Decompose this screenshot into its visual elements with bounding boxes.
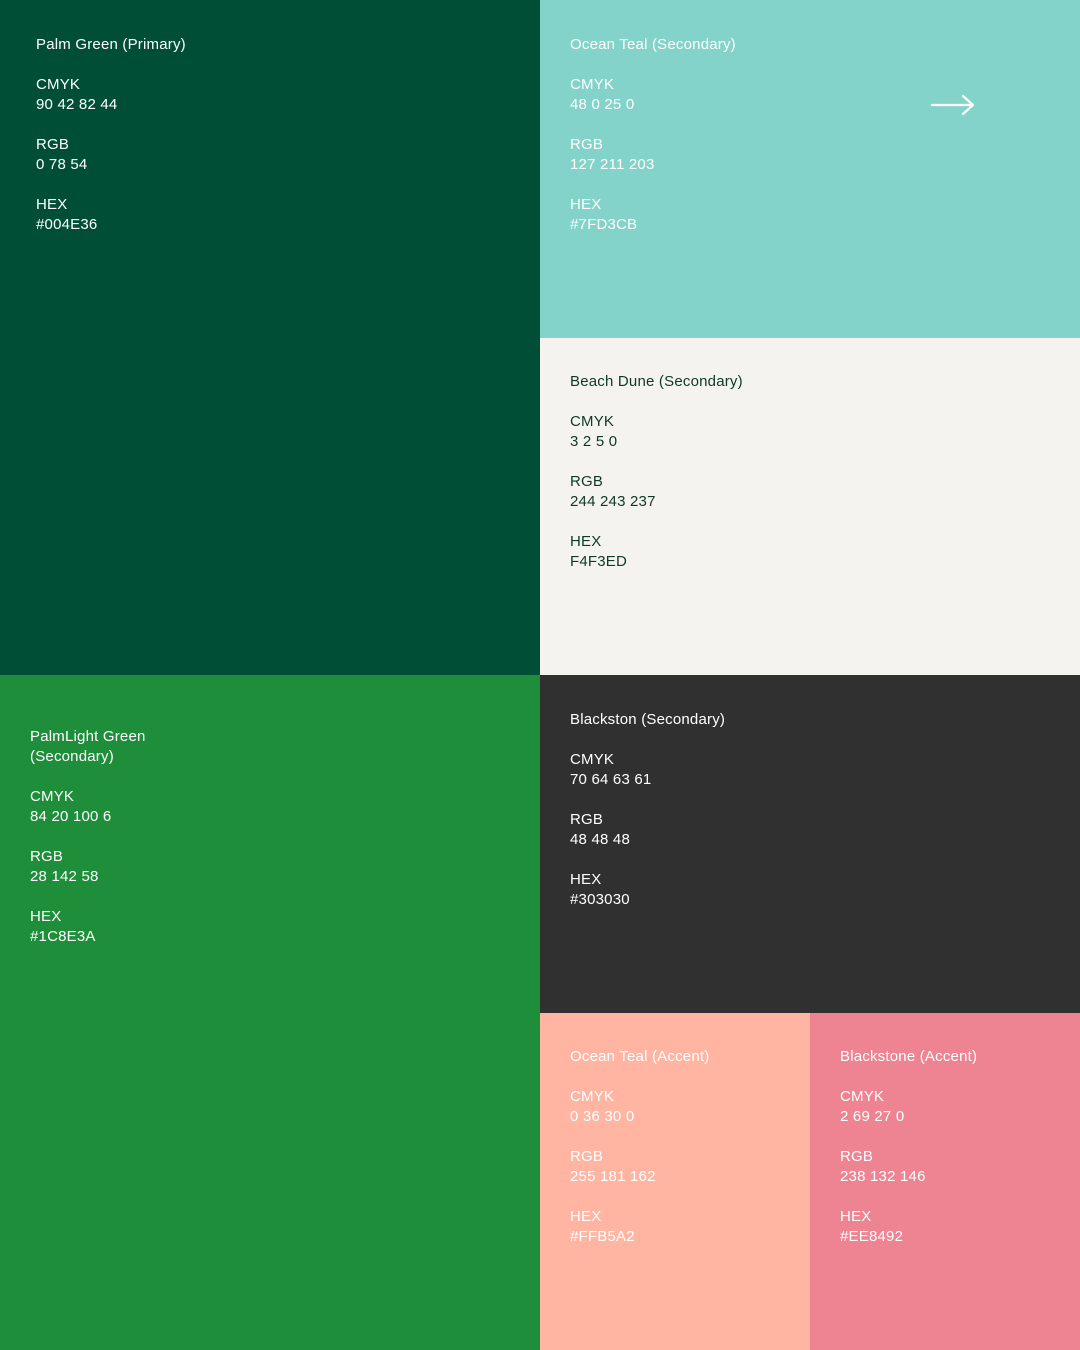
rgb-value: 238 132 146 <box>840 1168 926 1185</box>
cmyk-label: CMYK <box>570 76 615 93</box>
cmyk-label: CMYK <box>570 751 615 768</box>
rgb-value: 255 181 162 <box>570 1168 656 1185</box>
rgb-value: 48 48 48 <box>570 831 630 848</box>
hex-group: HEX #EE8492 <box>840 1207 977 1247</box>
swatch-info: Palm Green (Primary) CMYK 90 42 82 44 RG… <box>36 35 186 255</box>
swatch-blackston: Blackston (Secondary) CMYK 70 64 63 61 R… <box>540 675 1080 1013</box>
swatch-title: Beach Dune (Secondary) <box>570 373 743 390</box>
cmyk-group: CMYK 0 36 30 0 <box>570 1087 709 1127</box>
swatch-info: Beach Dune (Secondary) CMYK 3 2 5 0 RGB … <box>570 372 743 592</box>
cmyk-group: CMYK 70 64 63 61 <box>570 750 725 790</box>
hex-label: HEX <box>36 196 68 213</box>
hex-value: #004E36 <box>36 216 98 233</box>
rgb-label: RGB <box>570 811 604 828</box>
swatch-palmlight-green: PalmLight Green (Secondary) CMYK 84 20 1… <box>0 675 540 1350</box>
rgb-group: RGB 255 181 162 <box>570 1147 709 1187</box>
rgb-value: 28 142 58 <box>30 868 99 885</box>
hex-label: HEX <box>30 908 62 925</box>
rgb-label: RGB <box>570 1148 604 1165</box>
swatch-info: Ocean Teal (Accent) CMYK 0 36 30 0 RGB 2… <box>570 1047 709 1267</box>
hex-label: HEX <box>840 1208 872 1225</box>
hex-value: #EE8492 <box>840 1228 904 1245</box>
hex-value: #1C8E3A <box>30 928 96 945</box>
rgb-group: RGB 0 78 54 <box>36 135 186 175</box>
hex-group: HEX #7FD3CB <box>570 195 736 235</box>
hex-group: HEX #004E36 <box>36 195 186 235</box>
swatch-ocean-teal-accent: Ocean Teal (Accent) CMYK 0 36 30 0 RGB 2… <box>540 1013 810 1350</box>
swatch-info: Blackston (Secondary) CMYK 70 64 63 61 R… <box>570 710 725 930</box>
cmyk-group: CMYK 3 2 5 0 <box>570 412 743 452</box>
cmyk-label: CMYK <box>36 76 81 93</box>
arrow-right-icon[interactable] <box>930 93 976 117</box>
rgb-label: RGB <box>36 136 70 153</box>
rgb-group: RGB 238 132 146 <box>840 1147 977 1187</box>
swatch-title: Blackston (Secondary) <box>570 711 726 728</box>
hex-group: HEX #303030 <box>570 870 725 910</box>
rgb-label: RGB <box>570 473 604 490</box>
hex-value: #7FD3CB <box>570 216 638 233</box>
hex-value: F4F3ED <box>570 553 628 570</box>
swatch-info: PalmLight Green (Secondary) CMYK 84 20 1… <box>30 727 146 967</box>
hex-label: HEX <box>570 871 602 888</box>
cmyk-value: 48 0 25 0 <box>570 96 635 113</box>
rgb-group: RGB 48 48 48 <box>570 810 725 850</box>
rgb-group: RGB 28 142 58 <box>30 847 146 887</box>
cmyk-label: CMYK <box>570 1088 615 1105</box>
color-palette-board: Palm Green (Primary) CMYK 90 42 82 44 RG… <box>0 0 1080 1350</box>
swatch-blackstone-accent: Blackstone (Accent) CMYK 2 69 27 0 RGB 2… <box>810 1013 1080 1350</box>
rgb-label: RGB <box>840 1148 874 1165</box>
cmyk-value: 3 2 5 0 <box>570 433 618 450</box>
swatch-title: Ocean Teal (Accent) <box>570 1048 710 1065</box>
cmyk-value: 90 42 82 44 <box>36 96 118 113</box>
cmyk-label: CMYK <box>30 788 75 805</box>
cmyk-group: CMYK 84 20 100 6 <box>30 787 146 827</box>
hex-value: #303030 <box>570 891 630 908</box>
cmyk-group: CMYK 2 69 27 0 <box>840 1087 977 1127</box>
hex-label: HEX <box>570 196 602 213</box>
cmyk-value: 70 64 63 61 <box>570 771 652 788</box>
cmyk-label: CMYK <box>570 413 615 430</box>
hex-label: HEX <box>570 1208 602 1225</box>
cmyk-value: 2 69 27 0 <box>840 1108 905 1125</box>
rgb-group: RGB 244 243 237 <box>570 472 743 512</box>
swatch-title: PalmLight Green (Secondary) <box>30 728 146 765</box>
cmyk-group: CMYK 90 42 82 44 <box>36 75 186 115</box>
rgb-group: RGB 127 211 203 <box>570 135 736 175</box>
swatch-info: Ocean Teal (Secondary) CMYK 48 0 25 0 RG… <box>570 35 736 255</box>
swatch-title: Palm Green (Primary) <box>36 36 186 53</box>
rgb-value: 244 243 237 <box>570 493 656 510</box>
rgb-label: RGB <box>570 136 604 153</box>
rgb-value: 0 78 54 <box>36 156 88 173</box>
swatch-title: Ocean Teal (Secondary) <box>570 36 736 53</box>
swatch-ocean-teal: Ocean Teal (Secondary) CMYK 48 0 25 0 RG… <box>540 0 1080 338</box>
cmyk-value: 84 20 100 6 <box>30 808 112 825</box>
rgb-value: 127 211 203 <box>570 156 655 173</box>
swatch-title: Blackstone (Accent) <box>840 1048 978 1065</box>
hex-group: HEX #FFB5A2 <box>570 1207 709 1247</box>
swatch-beach-dune: Beach Dune (Secondary) CMYK 3 2 5 0 RGB … <box>540 338 1080 675</box>
swatch-info: Blackstone (Accent) CMYK 2 69 27 0 RGB 2… <box>840 1047 977 1267</box>
cmyk-value: 0 36 30 0 <box>570 1108 635 1125</box>
hex-group: HEX F4F3ED <box>570 532 743 572</box>
rgb-label: RGB <box>30 848 64 865</box>
hex-group: HEX #1C8E3A <box>30 907 146 947</box>
cmyk-label: CMYK <box>840 1088 885 1105</box>
cmyk-group: CMYK 48 0 25 0 <box>570 75 736 115</box>
hex-value: #FFB5A2 <box>570 1228 635 1245</box>
hex-label: HEX <box>570 533 602 550</box>
swatch-palm-green: Palm Green (Primary) CMYK 90 42 82 44 RG… <box>0 0 540 675</box>
